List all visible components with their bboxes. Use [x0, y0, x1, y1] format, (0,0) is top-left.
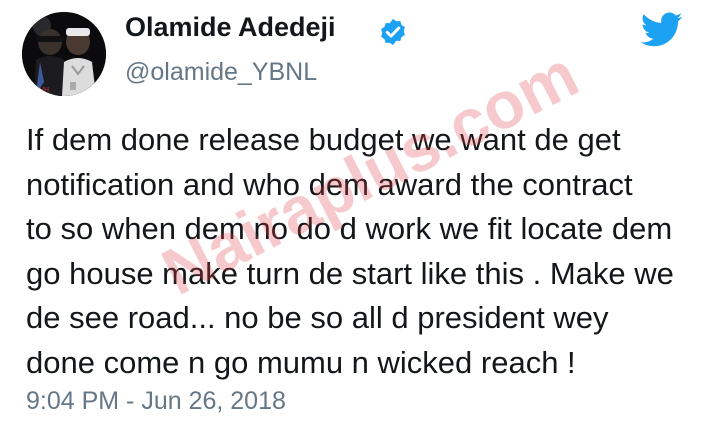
tweet-text-line: notification and who dem award the contr… — [26, 166, 633, 202]
avatar[interactable]: s1VH — [22, 12, 106, 96]
tweet-text-line: de see road... no be so all d president … — [26, 300, 609, 335]
svg-text:s1VH: s1VH — [32, 87, 49, 94]
tweet-timestamp[interactable]: 9:04 PM - Jun 26, 2018 — [26, 387, 286, 416]
tweet-text-line: go house make turn de start like this . … — [26, 255, 674, 291]
tweet-card: s1VH Olamide Adedeji @olamide_YBNL If de… — [0, 0, 720, 423]
display-name[interactable]: Olamide Adedeji — [125, 12, 336, 43]
tweet-text-line: If dem done release budget we want de ge… — [26, 122, 621, 157]
tweet-text: If dem done release budget we want de ge… — [26, 118, 706, 385]
tweet-text-line: to so when dem no do d work we fit locat… — [26, 211, 673, 246]
verified-badge-icon — [381, 18, 405, 46]
avatar-image: s1VH — [22, 12, 106, 96]
user-handle[interactable]: @olamide_YBNL — [125, 58, 317, 87]
twitter-bird-icon[interactable] — [641, 12, 683, 48]
tweet-text-line: done come n go mumu n wicked reach ! — [26, 344, 576, 380]
